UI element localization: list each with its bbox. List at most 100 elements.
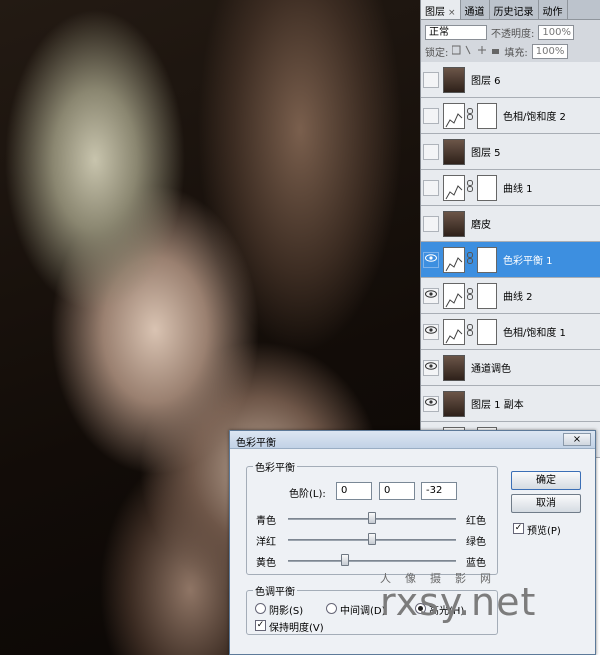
level-magenta-green-input[interactable]: 0 <box>379 482 415 500</box>
layer-thumbnail <box>443 66 465 93</box>
preserve-luminosity-checkbox[interactable]: ✓ <box>255 620 266 631</box>
tab-actions-label: 动作 <box>542 7 563 18</box>
yellow-blue-slider-thumb[interactable] <box>341 554 349 566</box>
layer-row[interactable]: 色相/饱和度 1 <box>421 314 600 350</box>
eye-icon[interactable] <box>423 287 439 304</box>
close-icon[interactable]: × <box>448 8 456 18</box>
chain-link-icon[interactable] <box>467 288 473 303</box>
ok-button[interactable]: 确定 <box>511 471 581 490</box>
level-cyan-red-input[interactable]: 0 <box>336 482 372 500</box>
tab-actions[interactable]: 动作 <box>539 0 568 19</box>
layer-row[interactable]: 曲线 1 <box>421 170 600 206</box>
layer-row[interactable]: 图层 5 <box>421 134 600 170</box>
dialog-close-button[interactable]: × <box>563 433 591 446</box>
adjustment-layer-icon <box>443 102 465 129</box>
layer-thumbnail <box>443 390 465 417</box>
watermark-latin: rxsy.net <box>380 580 537 624</box>
chain-link-icon[interactable] <box>467 180 473 195</box>
cyan-red-slider-thumb[interactable] <box>368 512 376 524</box>
lock-label: 锁定: <box>425 48 449 59</box>
layer-name: 磨皮 <box>471 220 491 231</box>
magenta-green-slider-thumb[interactable] <box>368 533 376 545</box>
eye-icon[interactable] <box>423 359 439 376</box>
radio-shadows-label: 阴影(S) <box>269 606 304 617</box>
preview-checkbox[interactable]: ✓ <box>513 523 524 534</box>
layer-row[interactable]: 曲线 2 <box>421 278 600 314</box>
panel-tabs: 图层 × 通道 历史记录 动作 <box>421 0 600 20</box>
adjustment-layer-icon <box>443 318 465 345</box>
layer-row[interactable]: 图层 6 <box>421 62 600 98</box>
preserve-luminosity-label: 保持明度(V) <box>269 623 324 634</box>
layer-name: 图层 6 <box>471 76 501 87</box>
dialog-title: 色彩平衡 <box>236 438 276 449</box>
levels-label: 色阶(L): <box>289 489 326 500</box>
opacity-label: 不透明度: <box>491 29 535 40</box>
layer-row[interactable]: 色相/饱和度 2 <box>421 98 600 134</box>
radio-shadows[interactable] <box>255 603 266 614</box>
slider-magenta-label: 洋红 <box>256 537 276 548</box>
layer-thumbnail <box>443 210 465 237</box>
watermark: 人像摄影网 rxsy.net <box>380 570 536 624</box>
tab-channels-label: 通道 <box>464 7 485 18</box>
eye-icon[interactable] <box>423 251 439 268</box>
slider-blue-label: 蓝色 <box>466 558 486 569</box>
layers-list: 图层 6 色相/饱和度 2 图层 5 曲线 1 磨皮色彩平衡 1 曲线 2 色相/饱和度 1… <box>421 62 600 458</box>
layer-name: 色相/饱和度 2 <box>503 112 566 123</box>
lock-icons[interactable] <box>451 45 500 58</box>
eye-hidden-icon[interactable] <box>423 71 439 88</box>
adjustment-layer-icon <box>443 174 465 201</box>
layer-mask-thumbnail[interactable] <box>477 102 497 129</box>
layer-row[interactable]: 图层 1 副本 <box>421 386 600 422</box>
eye-hidden-icon[interactable] <box>423 107 439 124</box>
fill-input[interactable]: 100% <box>531 44 568 59</box>
chain-link-icon[interactable] <box>467 252 473 267</box>
layer-name: 曲线 1 <box>503 184 533 195</box>
eye-icon[interactable] <box>423 323 439 340</box>
layer-mask-thumbnail[interactable] <box>477 282 497 309</box>
layer-thumbnail <box>443 354 465 381</box>
layer-row[interactable]: 色彩平衡 1 <box>421 242 600 278</box>
tab-history[interactable]: 历史记录 <box>490 0 539 19</box>
adjustment-layer-icon <box>443 246 465 273</box>
layer-mask-thumbnail[interactable] <box>477 246 497 273</box>
layer-name: 图层 1 副本 <box>471 400 524 411</box>
yellow-blue-slider-track[interactable] <box>288 560 456 562</box>
layer-thumbnail <box>443 138 465 165</box>
tab-layers[interactable]: 图层 × <box>421 0 461 19</box>
chain-link-icon[interactable] <box>467 108 473 123</box>
dialog-titlebar[interactable]: 色彩平衡 × <box>230 431 595 449</box>
layer-name: 通道调色 <box>471 364 511 375</box>
layer-mask-thumbnail[interactable] <box>477 318 497 345</box>
eye-hidden-icon[interactable] <box>423 179 439 196</box>
eye-hidden-icon[interactable] <box>423 215 439 232</box>
slider-green-label: 绿色 <box>466 537 486 548</box>
layers-panel: 图层 × 通道 历史记录 动作 正常 不透明度: 100% 锁定: 填充: 100… <box>420 0 600 458</box>
blend-mode-select[interactable]: 正常 <box>425 25 487 40</box>
layer-row[interactable]: 磨皮 <box>421 206 600 242</box>
layer-name: 曲线 2 <box>503 292 533 303</box>
tab-channels[interactable]: 通道 <box>461 0 490 19</box>
layer-name: 色彩平衡 1 <box>503 256 553 267</box>
chain-link-icon[interactable] <box>467 324 473 339</box>
layer-row[interactable]: 通道调色 <box>421 350 600 386</box>
preview-label: 预览(P) <box>527 526 561 537</box>
radio-midtones[interactable] <box>326 603 337 614</box>
layer-name: 图层 5 <box>471 148 501 159</box>
radio-midtones-label: 中间调(D) <box>340 606 386 617</box>
layer-name: 色相/饱和度 1 <box>503 328 566 339</box>
tab-layers-label: 图层 <box>425 7 445 18</box>
eye-hidden-icon[interactable] <box>423 143 439 160</box>
slider-cyan-label: 青色 <box>256 516 276 527</box>
lock-options-icon <box>451 45 500 55</box>
tone-balance-legend: 色调平衡 <box>255 587 295 598</box>
slider-red-label: 红色 <box>466 516 486 527</box>
slider-yellow-label: 黄色 <box>256 558 276 569</box>
level-yellow-blue-input[interactable]: -32 <box>421 482 457 500</box>
color-balance-legend: 色彩平衡 <box>255 463 295 474</box>
layer-mask-thumbnail[interactable] <box>477 174 497 201</box>
eye-icon[interactable] <box>423 395 439 412</box>
opacity-input[interactable]: 100% <box>538 25 575 40</box>
tab-history-label: 历史记录 <box>493 7 534 18</box>
cancel-button[interactable]: 取消 <box>511 494 581 513</box>
adjustment-layer-icon <box>443 282 465 309</box>
